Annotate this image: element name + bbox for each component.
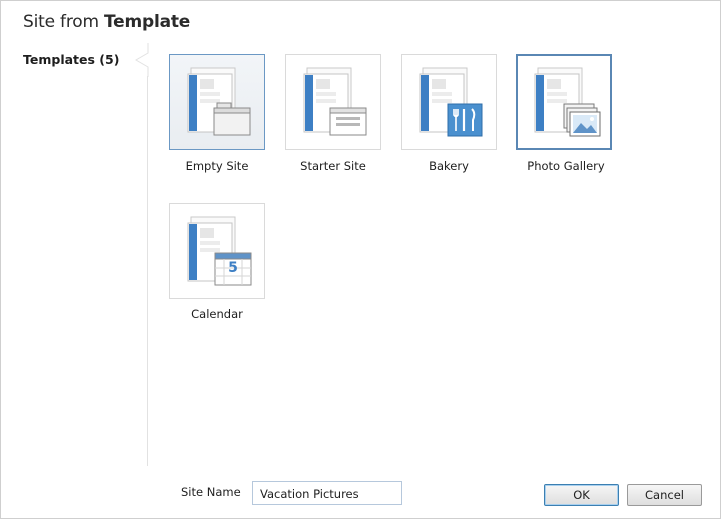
- starter-site-icon: [303, 67, 367, 136]
- dialog-title-strong: Template: [104, 12, 191, 32]
- dialog-title-prefix: Site from: [23, 12, 105, 32]
- cancel-button[interactable]: Cancel: [627, 484, 702, 506]
- site-name-label: Site Name: [181, 485, 241, 499]
- selection-pointer: [135, 43, 149, 77]
- bakery-icon: [419, 67, 483, 137]
- template-label-starter-site: Starter Site: [300, 159, 366, 173]
- calendar-day-badge: 5: [228, 260, 238, 276]
- sidebar-item-templates[interactable]: Templates (5): [23, 52, 119, 67]
- ok-button[interactable]: OK: [544, 484, 619, 506]
- template-label-calendar: Calendar: [191, 307, 243, 321]
- photo-gallery-icon: [534, 67, 601, 137]
- template-tile-empty-site[interactable]: [169, 54, 265, 150]
- empty-site-icon: [187, 67, 251, 136]
- dialog-title: Site from Template: [23, 12, 190, 32]
- template-label-empty-site: Empty Site: [185, 159, 249, 173]
- template-tile-photo-gallery[interactable]: [516, 54, 612, 150]
- template-tile-calendar[interactable]: 5: [169, 203, 265, 299]
- calendar-icon: [187, 216, 252, 286]
- template-tile-bakery[interactable]: [401, 54, 497, 150]
- site-from-template-dialog: Site from Template Templates (5) Empty S…: [0, 0, 721, 519]
- template-label-photo-gallery: Photo Gallery: [527, 159, 605, 173]
- site-name-input[interactable]: [252, 481, 402, 505]
- template-label-bakery: Bakery: [429, 159, 469, 173]
- template-tile-starter-site[interactable]: [285, 54, 381, 150]
- sidebar-divider: [147, 76, 148, 466]
